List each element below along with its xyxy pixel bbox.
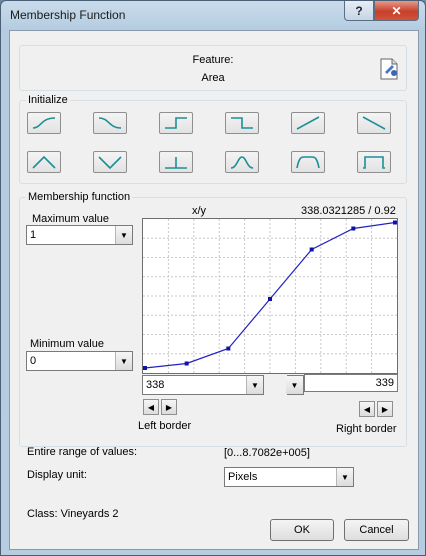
max-value: 1 [30, 229, 37, 241]
right-border-decrease-button[interactable]: ◀ [359, 401, 375, 417]
curve-point[interactable] [226, 346, 231, 351]
rectangle-shape-button[interactable] [357, 151, 391, 173]
help-button[interactable]: ? [344, 1, 374, 21]
display-unit-combo[interactable]: Pixels ▼ [224, 467, 354, 487]
curve-point[interactable] [143, 366, 147, 370]
display-unit-label: Display unit: [27, 469, 87, 481]
step-up-icon [165, 117, 187, 129]
step-down-icon [231, 117, 253, 129]
max-value-combo[interactable]: 1 ▼ [26, 225, 133, 245]
dialog-window: Membership Function ? ✕ Feature: Area In… [0, 0, 426, 556]
right-value: 339 [375, 377, 394, 389]
left-border-label: Left border [138, 420, 192, 432]
s-curve-down-icon [98, 117, 122, 129]
chevron-down-icon[interactable]: ▼ [336, 468, 353, 486]
v-shape-shape-button[interactable] [93, 151, 127, 173]
min-value-combo[interactable]: 0 ▼ [26, 351, 133, 371]
trapezoid-shape-button[interactable] [291, 151, 325, 173]
ramp-down-shape-button[interactable] [357, 112, 391, 134]
trapezoid-icon [296, 156, 320, 169]
right-border-increase-button[interactable]: ▶ [377, 401, 393, 417]
curve-point[interactable] [351, 226, 356, 231]
ramp-down-icon [362, 116, 386, 130]
curve-point[interactable] [184, 361, 189, 366]
single-value-shape-button[interactable] [159, 151, 193, 173]
chevron-down-icon[interactable]: ▼ [286, 376, 303, 394]
feature-label: Feature: [192, 54, 234, 66]
curve-point[interactable] [309, 247, 314, 252]
initialize-group: Initialize [19, 94, 407, 184]
title-bar[interactable]: Membership Function ? ✕ [1, 1, 425, 29]
left-value-combo[interactable]: 338 ▼ [142, 375, 264, 395]
left-border-decrease-button[interactable]: ◀ [143, 399, 159, 415]
class-text: Class: Vineyards 2 [27, 508, 119, 520]
right-value-field[interactable]: 339 [304, 374, 398, 392]
left-value: 338 [146, 379, 165, 391]
step-down-shape-button[interactable] [225, 112, 259, 134]
triangle-icon [32, 155, 56, 169]
display-unit-value: Pixels [228, 471, 258, 483]
range-label: Entire range of values: [27, 446, 138, 458]
curve-point[interactable] [268, 297, 272, 301]
s-curve-down-shape-button[interactable] [93, 112, 127, 134]
right-value-dropdown-button[interactable]: ▼ [286, 375, 304, 395]
min-value: 0 [30, 355, 37, 367]
dialog-body: Feature: Area Initialize Membership func… [9, 30, 419, 550]
rectangle-icon [363, 156, 385, 169]
s-curve-up-icon [32, 117, 56, 129]
cancel-button[interactable]: Cancel [344, 519, 409, 541]
membership-function-title: Membership function [26, 191, 133, 203]
ok-button[interactable]: OK [270, 519, 334, 541]
edit-feature-icon[interactable] [377, 57, 401, 81]
min-value-label: Minimum value [30, 338, 104, 350]
gaussian-shape-button[interactable] [225, 151, 259, 173]
feature-value: Area [201, 72, 225, 84]
ramp-up-shape-button[interactable] [291, 112, 325, 134]
step-up-shape-button[interactable] [159, 112, 193, 134]
window-title: Membership Function [10, 8, 126, 22]
plot-canvas[interactable] [143, 219, 397, 373]
xy-value: 338.0321285 / 0.92 [301, 205, 396, 217]
gaussian-icon [230, 156, 254, 169]
triangle-shape-button[interactable] [27, 151, 61, 173]
ramp-up-icon [296, 116, 320, 130]
close-button[interactable]: ✕ [374, 1, 419, 21]
single-value-icon [165, 157, 187, 169]
chevron-down-icon[interactable]: ▼ [115, 352, 132, 370]
initialize-title: Initialize [26, 94, 70, 106]
range-value: [0...8.7082e+005] [224, 447, 310, 459]
max-value-label: Maximum value [32, 213, 110, 225]
v-shape-icon [98, 156, 122, 170]
xy-label: x/y [192, 205, 207, 217]
curve-point[interactable] [393, 220, 397, 225]
feature-panel: Feature: Area [19, 45, 407, 91]
s-curve-up-shape-button[interactable] [27, 112, 61, 134]
membership-plot[interactable] [142, 218, 398, 374]
chevron-down-icon[interactable]: ▼ [115, 226, 132, 244]
chevron-down-icon[interactable]: ▼ [246, 376, 263, 394]
right-border-label: Right border [336, 423, 397, 435]
left-border-increase-button[interactable]: ▶ [161, 399, 177, 415]
